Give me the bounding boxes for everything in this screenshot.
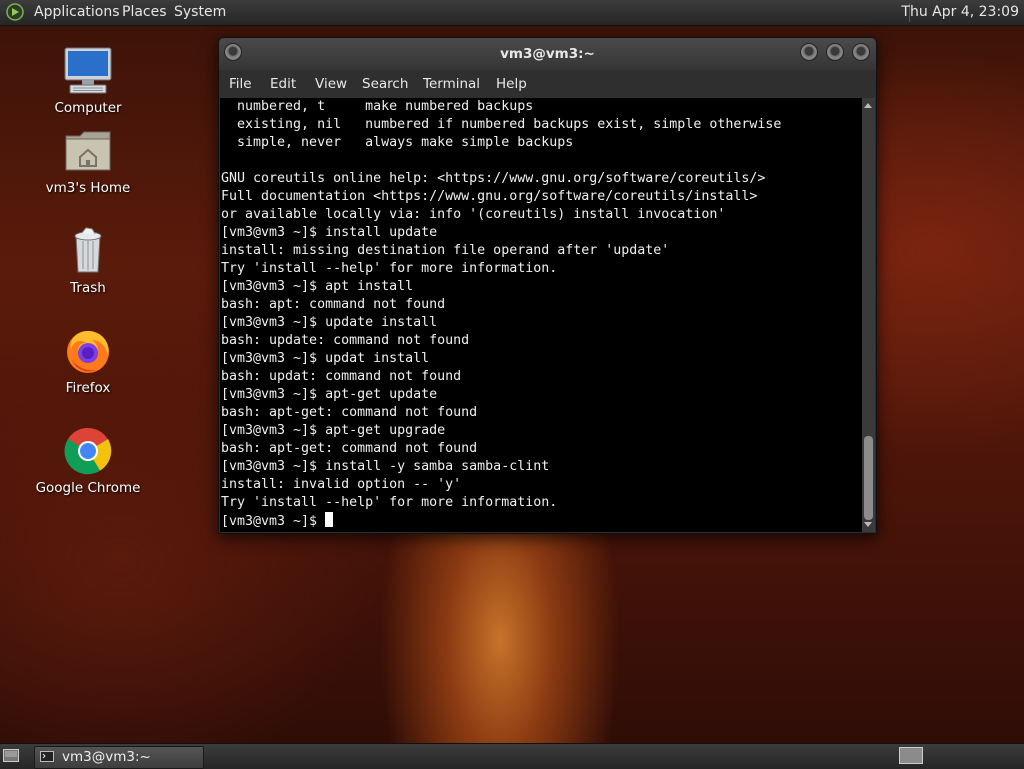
desktop-icon-trash[interactable]: Trash [33,226,143,296]
terminal-line: bash: updat: command not found [221,369,462,384]
desktop-icon-label: vm3's Home [45,180,131,196]
desktop-icon-computer[interactable]: Computer [33,44,143,116]
show-desktop-icon[interactable] [3,749,19,762]
terminal-line: simple, never always make simple backups [221,135,574,150]
menu-search[interactable]: Search [362,76,408,92]
desktop-icon-label: Google Chrome [35,480,141,496]
terminal-line: [vm3@vm3 ~]$ updat install [221,351,430,366]
desktop-icon-label: Firefox [65,380,111,396]
computer-icon [64,47,112,94]
menu-terminal[interactable]: Terminal [423,76,480,92]
taskbar-button-label: vm3@vm3:~ [62,749,151,765]
window-title: vm3@vm3:~ [500,46,595,62]
terminal-line: or available locally via: info '(coreuti… [221,207,726,222]
desktop-icon-firefox[interactable]: Firefox [33,326,143,396]
scroll-up-icon[interactable] [864,103,872,108]
maximize-button[interactable] [826,43,844,61]
desktop-icon-chrome[interactable]: Google Chrome [33,426,143,496]
distro-logo-icon[interactable] [6,3,24,21]
terminal-line: [vm3@vm3 ~]$ apt install [221,279,414,294]
desktop-icon-home[interactable]: vm3's Home [33,126,143,196]
clock[interactable]: Thu Apr 4, 23:09 [901,4,1019,20]
firefox-icon [67,331,109,373]
terminal-line: bash: update: command not found [221,333,470,348]
minimize-button[interactable] [800,43,818,61]
desktop-icon-label: Trash [70,280,106,296]
home-folder-icon [65,131,111,171]
terminal-line: bash: apt: command not found [221,297,446,312]
menu-file[interactable]: File [229,76,252,92]
window-titlebar[interactable]: vm3@vm3:~ [219,38,876,70]
terminal-line: install: invalid option -- 'y' [221,477,462,492]
bottom-panel: vm3@vm3:~ [0,743,1024,769]
terminal-line: [vm3@vm3 ~]$ apt-get upgrade [221,423,446,438]
menu-edit[interactable]: Edit [270,76,296,92]
window-menubar: File Edit View Search Terminal Help [219,70,876,98]
terminal-line: [vm3@vm3 ~]$ update install [221,315,438,330]
terminal-line: bash: apt-get: command not found [221,405,478,420]
close-button[interactable] [852,43,870,61]
terminal-icon [40,751,54,762]
trash-icon [74,227,102,273]
terminal-prompt-line[interactable]: [vm3@vm3 ~]$ [221,512,862,531]
terminal-line: bash: apt-get: command not found [221,441,478,456]
top-panel: Applications Places System Thu Apr 4, 23… [0,0,1024,26]
terminal-line: [vm3@vm3 ~]$ install update [221,225,438,240]
chrome-icon [64,427,112,475]
terminal-line: install: missing destination file operan… [221,243,670,258]
terminal-scrollbar[interactable] [862,98,875,532]
terminal-line: GNU coreutils online help: <https://www.… [221,171,766,186]
terminal-output[interactable]: numbered, t make numbered backups existi… [220,98,862,532]
menu-view[interactable]: View [315,76,347,92]
terminal-cursor [325,512,334,527]
terminal-line: existing, nil numbered if numbered backu… [221,117,782,132]
system-menu[interactable]: System [174,4,226,20]
terminal-line: Try 'install --help' for more informatio… [221,495,558,510]
terminal-line: numbered, t make numbered backups [221,99,534,114]
scroll-down-icon[interactable] [864,522,872,527]
desktop-icon-label: Computer [54,100,122,116]
terminal-line: [vm3@vm3 ~]$ apt-get update [221,387,438,402]
workspace-switcher[interactable] [899,747,923,764]
terminal-prompt: [vm3@vm3 ~]$ [221,514,326,529]
applications-menu[interactable]: Applications [34,4,120,20]
menu-help[interactable]: Help [496,76,527,92]
scroll-thumb[interactable] [864,436,873,520]
terminal-window: vm3@vm3:~ File Edit View Search Terminal… [218,37,877,534]
terminal-line: Try 'install --help' for more informatio… [221,261,558,276]
terminal-line: [vm3@vm3 ~]$ install -y samba samba-clin… [221,459,550,474]
places-menu[interactable]: Places [122,4,167,20]
taskbar-terminal-button[interactable]: vm3@vm3:~ [34,746,204,769]
terminal-line: Full documentation <https://www.gnu.org/… [221,189,758,204]
